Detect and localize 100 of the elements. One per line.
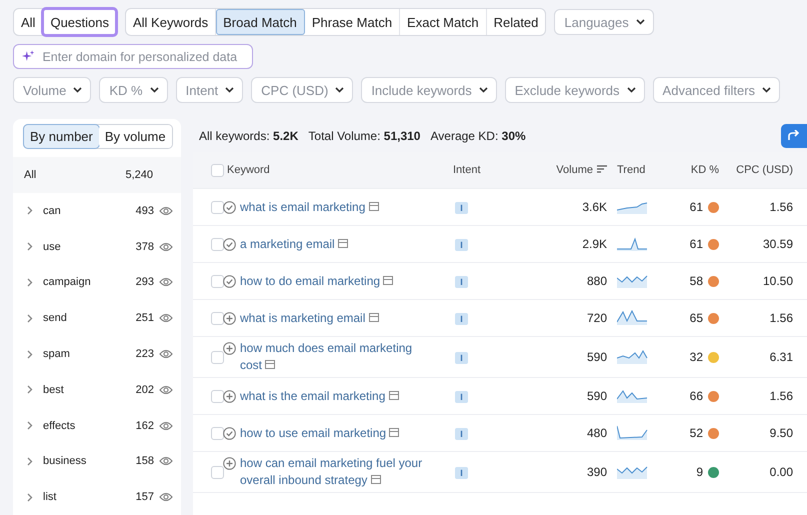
keyword-link[interactable]: how to use email marketing bbox=[240, 424, 400, 442]
trend-sparkline bbox=[617, 424, 648, 440]
chevron-right-icon[interactable] bbox=[27, 350, 33, 358]
select-all-checkbox[interactable] bbox=[211, 164, 224, 176]
plus-circle-icon[interactable] bbox=[223, 457, 236, 470]
plus-circle-icon[interactable] bbox=[223, 342, 236, 355]
eye-icon[interactable] bbox=[159, 242, 173, 252]
keyword-link[interactable]: what is email marketing bbox=[240, 198, 379, 216]
volume-value: 390 bbox=[586, 465, 607, 479]
group-count: 293 bbox=[136, 276, 154, 288]
eye-icon[interactable] bbox=[159, 384, 173, 395]
serp-icon[interactable] bbox=[370, 475, 381, 484]
group-count: 157 bbox=[136, 491, 154, 504]
volume-value: 3.6K bbox=[581, 200, 607, 214]
question-tab[interactable]: All bbox=[14, 9, 44, 35]
eye-icon[interactable] bbox=[159, 277, 173, 288]
chevron-down-icon bbox=[626, 87, 636, 93]
check-circle-icon[interactable] bbox=[223, 200, 236, 214]
match-tab[interactable]: Broad Match bbox=[216, 9, 305, 35]
group-count: 162 bbox=[136, 420, 154, 432]
keyword-link[interactable]: what is marketing email bbox=[240, 310, 379, 326]
match-tab[interactable]: Related bbox=[486, 9, 546, 35]
eye-icon[interactable] bbox=[159, 492, 173, 502]
cpc-value: 10.50 bbox=[762, 274, 794, 288]
cpc-value: 30.59 bbox=[762, 237, 794, 251]
column-header[interactable]: Volume bbox=[533, 164, 607, 176]
keyword-link[interactable]: how to do email marketing bbox=[240, 272, 394, 290]
group-label[interactable]: can bbox=[43, 204, 136, 217]
group-label[interactable]: use bbox=[43, 240, 136, 253]
volume-value: 590 bbox=[586, 389, 607, 403]
keyword-link[interactable]: what is the email marketing bbox=[240, 388, 399, 404]
cpc-value: 9.50 bbox=[768, 426, 794, 440]
eye-icon[interactable] bbox=[159, 349, 173, 359]
eye-icon[interactable] bbox=[159, 313, 173, 324]
row-checkbox[interactable] bbox=[211, 312, 224, 324]
eye-icon[interactable] bbox=[159, 456, 173, 466]
chevron-down-icon bbox=[225, 87, 234, 93]
intent-badge: I bbox=[455, 391, 468, 403]
row-checkbox[interactable] bbox=[211, 238, 224, 250]
group-label[interactable]: send bbox=[43, 312, 136, 324]
serp-icon[interactable] bbox=[388, 390, 399, 400]
group-label[interactable]: effects bbox=[43, 420, 136, 432]
chevron-right-icon[interactable] bbox=[27, 278, 33, 287]
row-checkbox[interactable] bbox=[211, 350, 224, 364]
keyword-link[interactable]: how much does email marketing cost bbox=[240, 340, 435, 374]
check-circle-icon[interactable] bbox=[223, 274, 236, 288]
group-label[interactable]: best bbox=[43, 384, 136, 396]
column-header[interactable]: Keyword bbox=[219, 164, 453, 176]
question-tab[interactable]: Questions bbox=[43, 9, 116, 35]
cpc-value: 0.00 bbox=[768, 465, 794, 479]
kd-value: 9 bbox=[696, 465, 703, 479]
chevron-right-icon[interactable] bbox=[27, 314, 33, 323]
keyword-link[interactable]: how can email marketing fuel your overall inbound strategy bbox=[240, 455, 435, 489]
serp-icon[interactable] bbox=[338, 238, 348, 248]
serp-icon[interactable] bbox=[368, 202, 379, 210]
kd-value: 61 bbox=[690, 200, 703, 214]
intent-badge: I bbox=[455, 239, 468, 251]
group-label[interactable]: list bbox=[43, 491, 136, 504]
row-checkbox[interactable] bbox=[211, 274, 224, 288]
eye-icon[interactable] bbox=[159, 206, 173, 216]
serp-icon[interactable] bbox=[265, 360, 276, 369]
group-sort-toggle[interactable]: By volume bbox=[98, 125, 172, 148]
chevron-right-icon[interactable] bbox=[27, 492, 33, 502]
share-button[interactable] bbox=[781, 124, 807, 148]
column-header[interactable]: Intent bbox=[453, 164, 533, 176]
group-label[interactable]: spam bbox=[43, 348, 136, 360]
row-checkbox[interactable] bbox=[211, 200, 224, 214]
eye-icon[interactable] bbox=[159, 420, 173, 431]
trend-sparkline bbox=[617, 308, 648, 324]
chevron-right-icon[interactable] bbox=[27, 456, 33, 466]
group-sort-toggle[interactable]: By number bbox=[24, 125, 99, 148]
chevron-right-icon[interactable] bbox=[27, 242, 33, 252]
check-circle-icon[interactable] bbox=[223, 426, 236, 440]
chevron-down-icon bbox=[762, 87, 772, 93]
match-tab[interactable]: Phrase Match bbox=[304, 9, 400, 35]
chevron-right-icon[interactable] bbox=[27, 385, 33, 394]
column-header[interactable]: KD % bbox=[667, 164, 719, 176]
chevron-down-icon bbox=[73, 87, 82, 93]
column-header[interactable]: Trend bbox=[607, 164, 667, 176]
intent-badge: I bbox=[455, 313, 468, 325]
chevron-down-icon bbox=[636, 19, 645, 25]
cpc-value: 1.56 bbox=[768, 200, 794, 214]
domain-field[interactable]: Enter domain for personalized data bbox=[13, 44, 253, 69]
serp-icon[interactable] bbox=[368, 312, 379, 322]
row-checkbox[interactable] bbox=[211, 466, 224, 478]
group-label[interactable]: business bbox=[43, 455, 136, 468]
match-tab[interactable]: Exact Match bbox=[400, 9, 487, 35]
plus-circle-icon[interactable] bbox=[223, 312, 236, 324]
row-checkbox[interactable] bbox=[211, 390, 224, 402]
chevron-right-icon[interactable] bbox=[27, 206, 33, 216]
plus-circle-icon[interactable] bbox=[223, 390, 236, 402]
keyword-link[interactable]: a marketing email bbox=[240, 236, 348, 252]
check-circle-icon[interactable] bbox=[223, 238, 236, 250]
column-header[interactable]: CPC (USD) bbox=[719, 164, 807, 176]
row-checkbox[interactable] bbox=[211, 426, 224, 440]
sort-icon[interactable] bbox=[597, 165, 607, 173]
chevron-right-icon[interactable] bbox=[27, 421, 33, 430]
group-label[interactable]: campaign bbox=[43, 276, 136, 288]
serp-icon[interactable] bbox=[383, 276, 394, 284]
serp-icon[interactable] bbox=[389, 428, 400, 436]
